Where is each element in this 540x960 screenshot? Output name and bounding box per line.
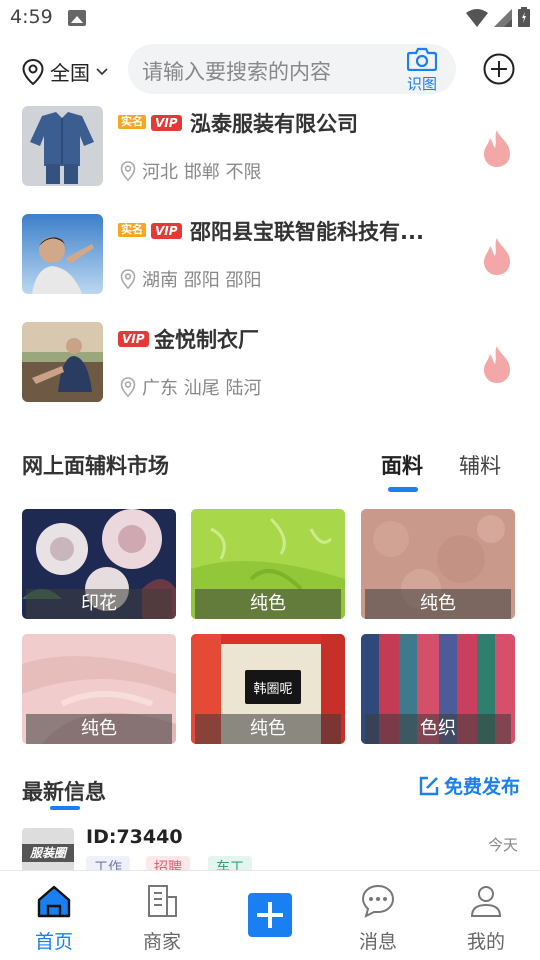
location-pin-icon xyxy=(120,161,136,181)
location-label: 全国 xyxy=(50,61,90,85)
nav-profile-label: 我的 xyxy=(466,931,505,953)
free-publish-label: 免费发布 xyxy=(444,776,521,798)
fabric-tile-solid[interactable]: 纯色 xyxy=(191,509,345,619)
hot-fire-icon xyxy=(484,346,510,383)
fabric-tile-solid[interactable]: 纯色 xyxy=(22,634,176,744)
company-item[interactable]: 实名 VIP 邵阳县宝联智能科技有... 湖南 邵阳 邵阳 xyxy=(0,214,540,314)
fabric-tile-solid[interactable]: 韩圈呢 纯色 xyxy=(191,634,345,744)
latest-info-title: 最新信息 xyxy=(22,780,106,804)
company-badges: VIP xyxy=(118,331,149,347)
company-location: 广东 汕尾 陆河 xyxy=(120,374,261,400)
vip-badge: VIP xyxy=(118,331,149,347)
tile-label: 色织 xyxy=(365,714,511,744)
status-icons xyxy=(466,7,530,27)
company-badges: 实名 VIP xyxy=(118,115,182,131)
hot-fire-icon xyxy=(484,238,510,275)
company-location: 湖南 邵阳 邵阳 xyxy=(120,266,261,292)
status-time: 4:59 xyxy=(10,6,53,28)
tile-label: 印花 xyxy=(26,589,172,619)
tile-label: 纯色 xyxy=(26,714,172,744)
location-pin-icon xyxy=(22,58,44,85)
company-location-text: 广东 汕尾 陆河 xyxy=(142,378,262,399)
nav-merchants-label: 商家 xyxy=(142,931,181,953)
active-tab-indicator xyxy=(388,487,418,492)
company-thumbnail xyxy=(22,106,103,186)
verified-badge: 实名 xyxy=(118,223,146,237)
info-thumbnail: 服装圈 xyxy=(22,828,74,874)
wifi-icon xyxy=(466,9,488,27)
bottom-nav: 首页 商家 消息 我的 xyxy=(0,870,540,960)
search-row: 全国 请输入要搜索的内容 识图 xyxy=(0,42,540,98)
info-date: 今天 xyxy=(488,836,519,854)
home-icon xyxy=(37,885,71,918)
chat-icon xyxy=(361,884,395,918)
search-placeholder: 请输入要搜索的内容 xyxy=(142,60,331,84)
add-icon[interactable] xyxy=(483,53,515,85)
company-location-text: 湖南 邵阳 邵阳 xyxy=(142,270,262,291)
company-location: 河北 邯郸 不限 xyxy=(120,158,261,184)
company-name: 泓泰服装有限公司 xyxy=(190,112,358,136)
company-name: 金悦制衣厂 xyxy=(154,328,259,352)
vip-badge: VIP xyxy=(151,115,182,131)
nav-profile[interactable]: 我的 xyxy=(446,871,526,960)
nav-messages[interactable]: 消息 xyxy=(338,871,418,960)
signal-icon xyxy=(494,9,512,27)
info-id: ID:73440 xyxy=(86,826,183,848)
user-icon xyxy=(470,886,502,917)
building-icon xyxy=(148,885,177,917)
info-thumbnail-text: 服装圈 xyxy=(22,844,74,862)
latest-info-indicator xyxy=(50,806,80,810)
tile-inner-label: 韩圈呢 xyxy=(253,682,293,697)
company-name: 邵阳县宝联智能科技有... xyxy=(190,220,424,244)
company-item[interactable]: 实名 VIP 泓泰服装有限公司 河北 邯郸 不限 xyxy=(0,106,540,206)
tab-fabric[interactable]: 面料 xyxy=(381,450,423,480)
image-search-label: 识图 xyxy=(406,75,437,93)
nav-home[interactable]: 首页 xyxy=(14,871,94,960)
free-publish-button[interactable]: 免费发布 xyxy=(418,772,520,799)
company-thumbnail xyxy=(22,322,103,402)
add-post-button[interactable] xyxy=(248,893,292,937)
market-title: 网上面辅料市场 xyxy=(22,454,169,478)
tab-accessories[interactable]: 辅料 xyxy=(459,450,501,480)
nav-home-label: 首页 xyxy=(34,931,73,953)
tile-label: 纯色 xyxy=(195,589,341,619)
edit-icon xyxy=(419,776,439,795)
status-bar: 4:59 xyxy=(0,0,540,36)
company-item[interactable]: VIP 金悦制衣厂 广东 汕尾 陆河 xyxy=(0,322,540,422)
fabric-tile-print[interactable]: 印花 xyxy=(22,509,176,619)
tile-label: 纯色 xyxy=(365,589,511,619)
fabric-tile-yarn-dyed[interactable]: 色织 xyxy=(361,634,515,744)
search-input[interactable]: 请输入要搜索的内容 识图 xyxy=(128,44,456,94)
company-location-text: 河北 邯郸 不限 xyxy=(142,162,262,183)
company-thumbnail xyxy=(22,214,103,294)
company-badges: 实名 VIP xyxy=(118,223,182,239)
camera-icon xyxy=(406,47,438,72)
tile-label: 纯色 xyxy=(195,714,341,744)
vip-badge: VIP xyxy=(151,223,182,239)
nav-messages-label: 消息 xyxy=(358,931,397,953)
location-pin-icon xyxy=(120,377,136,397)
verified-badge: 实名 xyxy=(118,115,146,129)
location-pin-icon xyxy=(120,269,136,289)
gallery-notification-icon xyxy=(68,10,86,26)
fabric-tile-solid[interactable]: 纯色 xyxy=(361,509,515,619)
nav-merchants[interactable]: 商家 xyxy=(122,871,202,960)
battery-icon xyxy=(518,7,530,27)
hot-fire-icon xyxy=(484,130,510,167)
image-search-button[interactable]: 识图 xyxy=(402,47,442,94)
chevron-down-icon xyxy=(96,67,108,75)
location-selector[interactable]: 全国 xyxy=(22,57,108,86)
